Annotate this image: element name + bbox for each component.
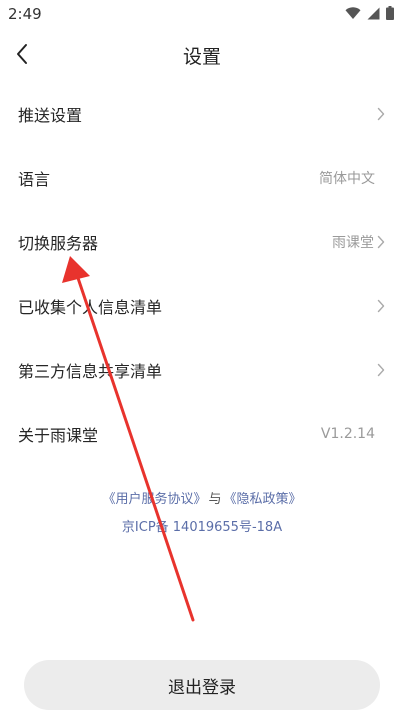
setting-label: 语言 <box>18 170 51 189</box>
battery-icon <box>386 5 394 24</box>
status-icons <box>345 5 394 24</box>
setting-value: 雨课堂 <box>332 235 374 251</box>
privacy-policy-link[interactable]: 《隐私政策》 <box>224 492 302 507</box>
user-agreement-link[interactable]: 《用户服务协议》 <box>102 492 206 507</box>
setting-row-switch-server[interactable]: 切换服务器 雨课堂 <box>0 210 404 274</box>
logout-button[interactable]: 退出登录 <box>24 660 380 710</box>
chevron-right-icon <box>376 107 386 121</box>
setting-row-personal-info-list[interactable]: 已收集个人信息清单 <box>0 274 404 338</box>
page-title: 设置 <box>182 46 221 68</box>
icp-license: 京ICP备 14019655号-18A <box>121 520 283 535</box>
header: 设置 <box>0 30 404 82</box>
version-value: V1.2.14 <box>320 426 375 442</box>
setting-label: 关于雨课堂 <box>18 426 99 445</box>
setting-label: 已收集个人信息清单 <box>18 298 163 317</box>
setting-row-language[interactable]: 语言 简体中文 <box>0 146 404 210</box>
settings-page: 2:49 设置 推送设置 语言 简体中文 切换服务器 雨课堂 已收集个人信息清单… <box>0 0 404 720</box>
link-separator: 与 <box>208 492 222 507</box>
setting-row-third-party-list[interactable]: 第三方信息共享清单 <box>0 338 404 402</box>
setting-value: 简体中文 <box>319 171 375 187</box>
status-bar: 2:49 <box>0 0 404 30</box>
chevron-right-icon <box>376 363 386 377</box>
chevron-right-icon <box>376 235 386 249</box>
signal-icon <box>367 5 380 24</box>
legal-links: 《用户服务协议》与《隐私政策》 <box>0 488 404 507</box>
setting-label: 第三方信息共享清单 <box>18 362 163 381</box>
settings-list: 推送设置 语言 简体中文 切换服务器 雨课堂 已收集个人信息清单 第三方信息共享… <box>0 82 404 466</box>
chevron-right-icon <box>376 299 386 313</box>
setting-label: 切换服务器 <box>18 234 99 253</box>
setting-row-push[interactable]: 推送设置 <box>0 82 404 146</box>
setting-label: 推送设置 <box>18 106 83 125</box>
wifi-icon <box>345 5 361 24</box>
setting-row-about[interactable]: 关于雨课堂 V1.2.14 <box>0 402 404 466</box>
status-time: 2:49 <box>8 5 42 23</box>
